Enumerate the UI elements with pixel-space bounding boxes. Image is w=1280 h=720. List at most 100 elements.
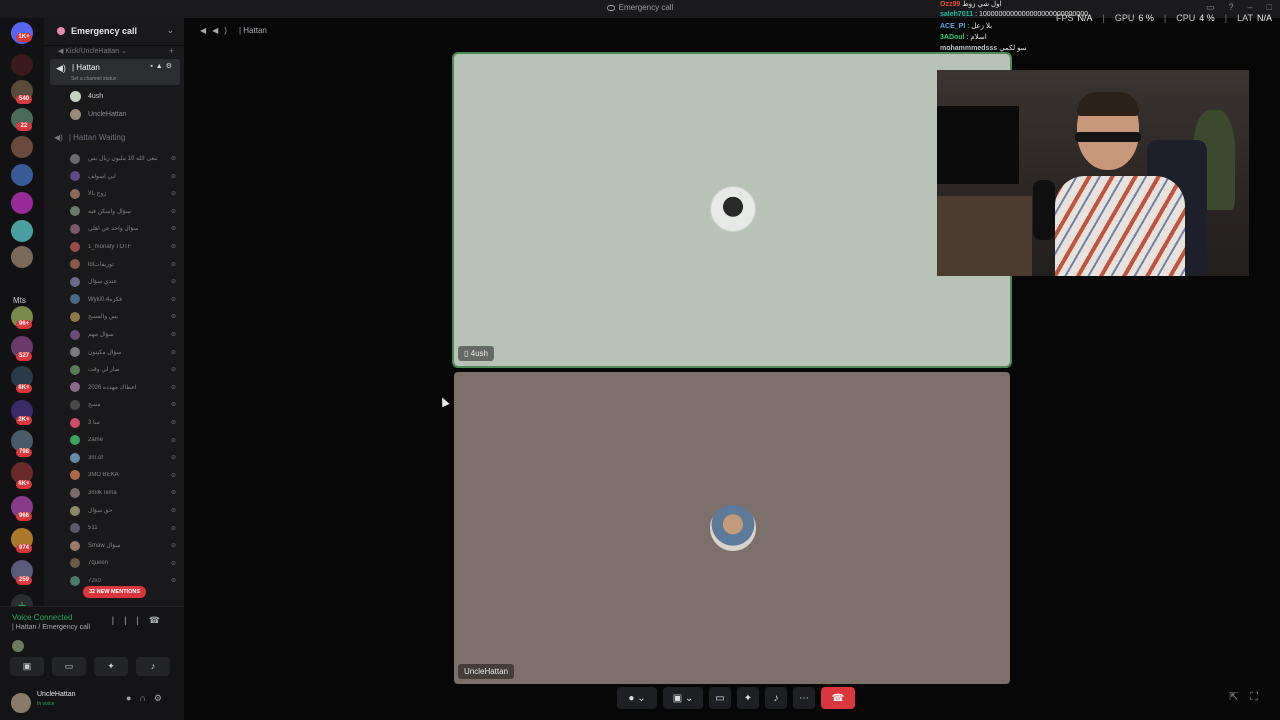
- activity-button[interactable]: ✦: [94, 657, 128, 676]
- server-icon[interactable]: [11, 246, 33, 268]
- waiting-member[interactable]: صار لي وقت ⊘: [70, 363, 176, 376]
- noise-suppression-icon[interactable]: |||: [112, 615, 149, 625]
- waiting-member[interactable]: 3MO BEKA ⊘: [70, 469, 176, 482]
- waiting-member[interactable]: مسح ⊘: [70, 398, 176, 411]
- popout-icon[interactable]: ⇱: [1229, 691, 1250, 703]
- waiting-member[interactable]: سؤال واحد عن اهلي ⊘: [70, 222, 176, 235]
- channel-actions[interactable]: ▪▲⚙: [150, 62, 175, 70]
- avatar: [70, 558, 80, 569]
- voice-channel-path[interactable]: | Hattan / Emergency call: [12, 624, 90, 631]
- disconnect-button[interactable]: ☎: [821, 687, 855, 709]
- waiting-member[interactable]: ابي اسولف ⊘: [70, 170, 176, 183]
- stat-separator: |: [1224, 13, 1228, 23]
- folder-label[interactable]: Mts: [13, 296, 26, 305]
- waiting-member[interactable]: 2026 اعطاك مهدده ⊘: [70, 381, 176, 394]
- unread-badge: 1K+: [16, 33, 32, 42]
- server-header[interactable]: Emergency call ⌄: [44, 18, 184, 46]
- camera-button[interactable]: ▣: [10, 657, 44, 676]
- headphones-icon[interactable]: ∩: [139, 693, 153, 703]
- chevron-down-icon[interactable]: ⌄: [637, 693, 645, 704]
- waiting-member[interactable]: 1_monafy TOTF ⊘: [70, 240, 176, 253]
- waiting-member[interactable]: 7queen ⊘: [70, 557, 176, 570]
- member-name: سؤال مهم: [88, 332, 114, 338]
- avatar: [70, 276, 80, 287]
- waiting-member[interactable]: بس والمسح ⊘: [70, 310, 176, 323]
- waiting-member[interactable]: 3milk nima ⊘: [70, 486, 176, 499]
- muted-icon: ⊘: [170, 314, 176, 321]
- server-icon[interactable]: [11, 136, 33, 158]
- activity-button[interactable]: ✦: [737, 687, 759, 709]
- unread-badge: 259: [16, 576, 32, 585]
- muted-icon: ⊘: [170, 420, 176, 426]
- avatar: [70, 153, 80, 164]
- waiting-member[interactable]: 3 منا ⊘: [70, 416, 176, 429]
- participant-tile[interactable]: UncleHattan: [454, 372, 1010, 684]
- waiting-member[interactable]: Smaw سؤال ⊘: [70, 539, 176, 552]
- server-icon[interactable]: [11, 220, 33, 242]
- waiting-member[interactable]: زوج بالأ ⊘: [70, 187, 176, 200]
- muted-icon: ⊘: [170, 279, 176, 286]
- window-controls: ▭ ? – □: [1206, 2, 1272, 13]
- mic-icon[interactable]: ●: [126, 693, 139, 703]
- stat-separator: |: [1163, 13, 1167, 23]
- help-icon[interactable]: ?: [1229, 2, 1234, 13]
- channel-status[interactable]: Set a channel status: [71, 76, 116, 82]
- waiting-member[interactable]: سؤال واسكن فيه ⊘: [70, 205, 176, 218]
- waiting-member[interactable]: سؤال مهم ⊘: [70, 328, 176, 341]
- category-label[interactable]: ◀ Kick/UncleHattan ⌄: [58, 47, 127, 55]
- waiting-member[interactable]: 2ame ⊘: [70, 434, 176, 447]
- screen-share-button[interactable]: ▭: [52, 657, 86, 676]
- avatar: [70, 259, 80, 270]
- camera-off-icon: ▣: [672, 692, 683, 704]
- gear-icon[interactable]: ⚙: [154, 693, 170, 703]
- fullscreen-icon[interactable]: ⛶: [1250, 691, 1270, 703]
- screen-share-button[interactable]: ▭: [709, 687, 731, 709]
- voice-member[interactable]: UncleHattan: [70, 108, 127, 121]
- chevron-down-icon[interactable]: ⌄: [166, 25, 174, 36]
- minimize-button[interactable]: –: [1248, 2, 1253, 13]
- muted-icon: ⊘: [170, 437, 176, 444]
- server-icon[interactable]: [11, 164, 33, 186]
- soundboard-button[interactable]: ♪: [136, 657, 170, 676]
- avatar: [70, 241, 80, 252]
- new-mentions-button[interactable]: 32 NEW MENTIONS: [83, 586, 146, 598]
- waiting-member[interactable]: lolتوريفات ⊘: [70, 258, 176, 271]
- user-status: In voice: [37, 701, 55, 707]
- voice-status[interactable]: Voice Connected: [12, 613, 73, 622]
- member-name: 511: [88, 525, 98, 532]
- member-name: 3MO BEKA: [88, 472, 119, 479]
- avatar[interactable]: [11, 693, 31, 713]
- muted-icon: ⊘: [170, 472, 176, 479]
- server-icon[interactable]: [11, 192, 33, 214]
- voice-channel-waiting[interactable]: ◀) | Hattan Waiting: [54, 133, 125, 142]
- soundboard-button[interactable]: ♪: [765, 687, 787, 709]
- voice-icon: [606, 4, 615, 11]
- channel-sidebar: Emergency call ⌄ ◀ Kick/UncleHattan ⌄ + …: [44, 18, 184, 606]
- waiting-member[interactable]: حق سؤال ⊘: [70, 504, 176, 517]
- inbox-icon[interactable]: ▭: [1206, 2, 1215, 13]
- voice-member[interactable]: 4ush: [70, 90, 103, 103]
- add-channel-icon[interactable]: +: [169, 46, 174, 56]
- waiting-member[interactable]: عندي سؤال ⊘: [70, 275, 176, 288]
- waiting-member[interactable]: سؤال مكينون ⊘: [70, 346, 176, 359]
- chevron-down-icon[interactable]: ⌄: [685, 693, 693, 704]
- channel-name: | Hattan: [72, 63, 100, 72]
- participant-tile[interactable]: ▯ 4ush: [452, 52, 1012, 368]
- camera-button[interactable]: ▣ ⌄: [663, 687, 703, 709]
- server-icon[interactable]: [11, 54, 33, 76]
- member-name: عندي سؤال: [88, 279, 118, 286]
- voice-channel-hattan[interactable]: ◀) | Hattan Set a channel status ▪▲⚙: [50, 59, 180, 85]
- waiting-member[interactable]: Wyki0.4فكره ⊘: [70, 293, 176, 306]
- maximize-button[interactable]: □: [1267, 2, 1272, 13]
- mic-button[interactable]: ● ⌄: [617, 687, 657, 709]
- waiting-member[interactable]: 511 ⊘: [70, 522, 176, 535]
- disconnect-icon[interactable]: ☎: [149, 615, 170, 625]
- avatar: [70, 435, 80, 446]
- waiting-member[interactable]: 3m.of ⊘: [70, 451, 176, 464]
- member-name: زوج بالأ: [88, 191, 107, 198]
- member-name: 2ame: [88, 437, 104, 444]
- avatar: [70, 505, 80, 516]
- more-button[interactable]: ⋯: [793, 687, 815, 709]
- participant-name: ▯ 4ush: [458, 346, 494, 361]
- waiting-member[interactable]: نبغى الله 10 مليون ريال بس ⊘: [70, 152, 176, 165]
